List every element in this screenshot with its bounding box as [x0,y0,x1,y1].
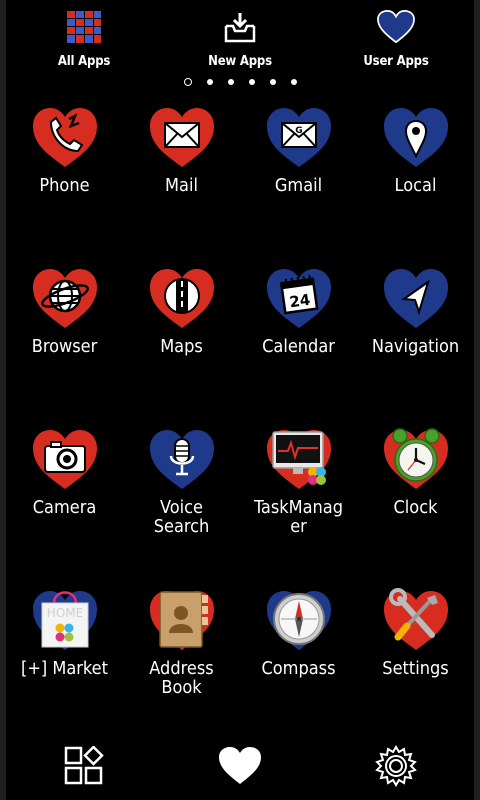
microphone-icon [146,426,218,492]
camera-icon [29,426,101,492]
download-box-icon [221,8,259,46]
app-camera[interactable]: Camera [6,426,123,587]
app-gmail[interactable]: G Gmail [240,104,357,265]
screen-edge-right [474,0,480,800]
app-label: [+] Market [21,658,108,679]
heart-icon [377,8,415,46]
address-book-icon [146,587,218,653]
app-compass[interactable]: Compass [240,587,357,748]
navigation-arrow-icon [380,265,452,331]
app-label: Clock [393,497,438,518]
app-label: Calendar [262,336,335,357]
app-phone[interactable]: Phone [6,104,123,265]
dock-widgets-button[interactable] [6,745,162,791]
app-navigation[interactable]: Navigation [357,265,474,426]
page-dot[interactable] [227,79,234,85]
app-label: Address Book [149,658,214,698]
compass-icon [263,587,335,653]
app-label: Browser [31,336,98,357]
app-label: Settings [382,658,449,679]
app-grid: Phone Mail G Gmail Local Browser Maps 24… [6,104,474,748]
home-screen: All Apps New Apps User Apps Phone Mail G… [0,0,480,800]
envelope-icon [146,104,218,170]
tab-user-apps[interactable]: User Apps [318,8,474,78]
globe-icon [29,265,101,331]
page-dot-active[interactable] [183,78,192,86]
bag-home-text: HOME [46,606,82,620]
phone-icon [29,104,101,170]
app-label: Mail [165,175,198,196]
monitor-icon [263,426,335,492]
top-tab-bar: All Apps New Apps User Apps [6,8,474,78]
calendar-day-text: 24 [288,291,311,312]
app-label: Voice Search [153,497,210,537]
app-clock[interactable]: Clock [357,426,474,587]
app-label: Gmail [274,175,323,196]
tools-icon [380,587,452,653]
app-label: Phone [39,175,90,196]
tab-new-apps-label: New Apps [208,54,272,69]
app-label: TaskManag er [253,497,343,537]
page-dot[interactable] [206,79,213,85]
app-row: Browser Maps 24 Calendar Navigation [6,265,474,426]
page-dot[interactable] [290,79,297,85]
app-market[interactable]: HOME [+] Market [6,587,123,748]
dock-favorites-button[interactable] [162,745,318,791]
app-row: Camera Voice Search TaskManag er Clock [6,426,474,587]
grid-squares-icon [65,8,103,46]
gmail-envelope-icon: G [263,104,335,170]
gear-icon [375,745,417,791]
page-dot[interactable] [248,79,255,85]
widgets-icon [64,745,104,790]
heart-icon [218,746,262,790]
app-row: HOME [+] Market Address Book Compass Set… [6,587,474,748]
app-voice-search[interactable]: Voice Search [123,426,240,587]
svg-text:G: G [295,126,302,136]
app-local[interactable]: Local [357,104,474,265]
app-label: Camera [32,497,97,518]
alarm-clock-icon [380,426,452,492]
app-label: Navigation [371,336,460,357]
app-address-book[interactable]: Address Book [123,587,240,748]
app-label: Maps [160,336,203,357]
app-row: Phone Mail G Gmail Local [6,104,474,265]
app-browser[interactable]: Browser [6,265,123,426]
shopping-bag-icon: HOME [29,587,101,653]
app-mail[interactable]: Mail [123,104,240,265]
tab-all-apps[interactable]: All Apps [6,8,162,78]
road-icon [146,265,218,331]
app-calendar[interactable]: 24 Calendar [240,265,357,426]
page-dot[interactable] [269,79,276,85]
app-maps[interactable]: Maps [123,265,240,426]
tab-all-apps-label: All Apps [57,54,111,69]
app-settings[interactable]: Settings [357,587,474,748]
page-indicator [0,78,480,86]
tab-new-apps[interactable]: New Apps [162,8,318,78]
location-pin-icon [380,104,452,170]
dock-bar [6,745,474,791]
dock-settings-button[interactable] [318,745,474,791]
app-task-manager[interactable]: TaskManag er [240,426,357,587]
app-label: Local [394,175,437,196]
calendar-icon: 24 [263,265,335,331]
tab-user-apps-label: User Apps [363,54,429,69]
app-label: Compass [261,658,336,679]
